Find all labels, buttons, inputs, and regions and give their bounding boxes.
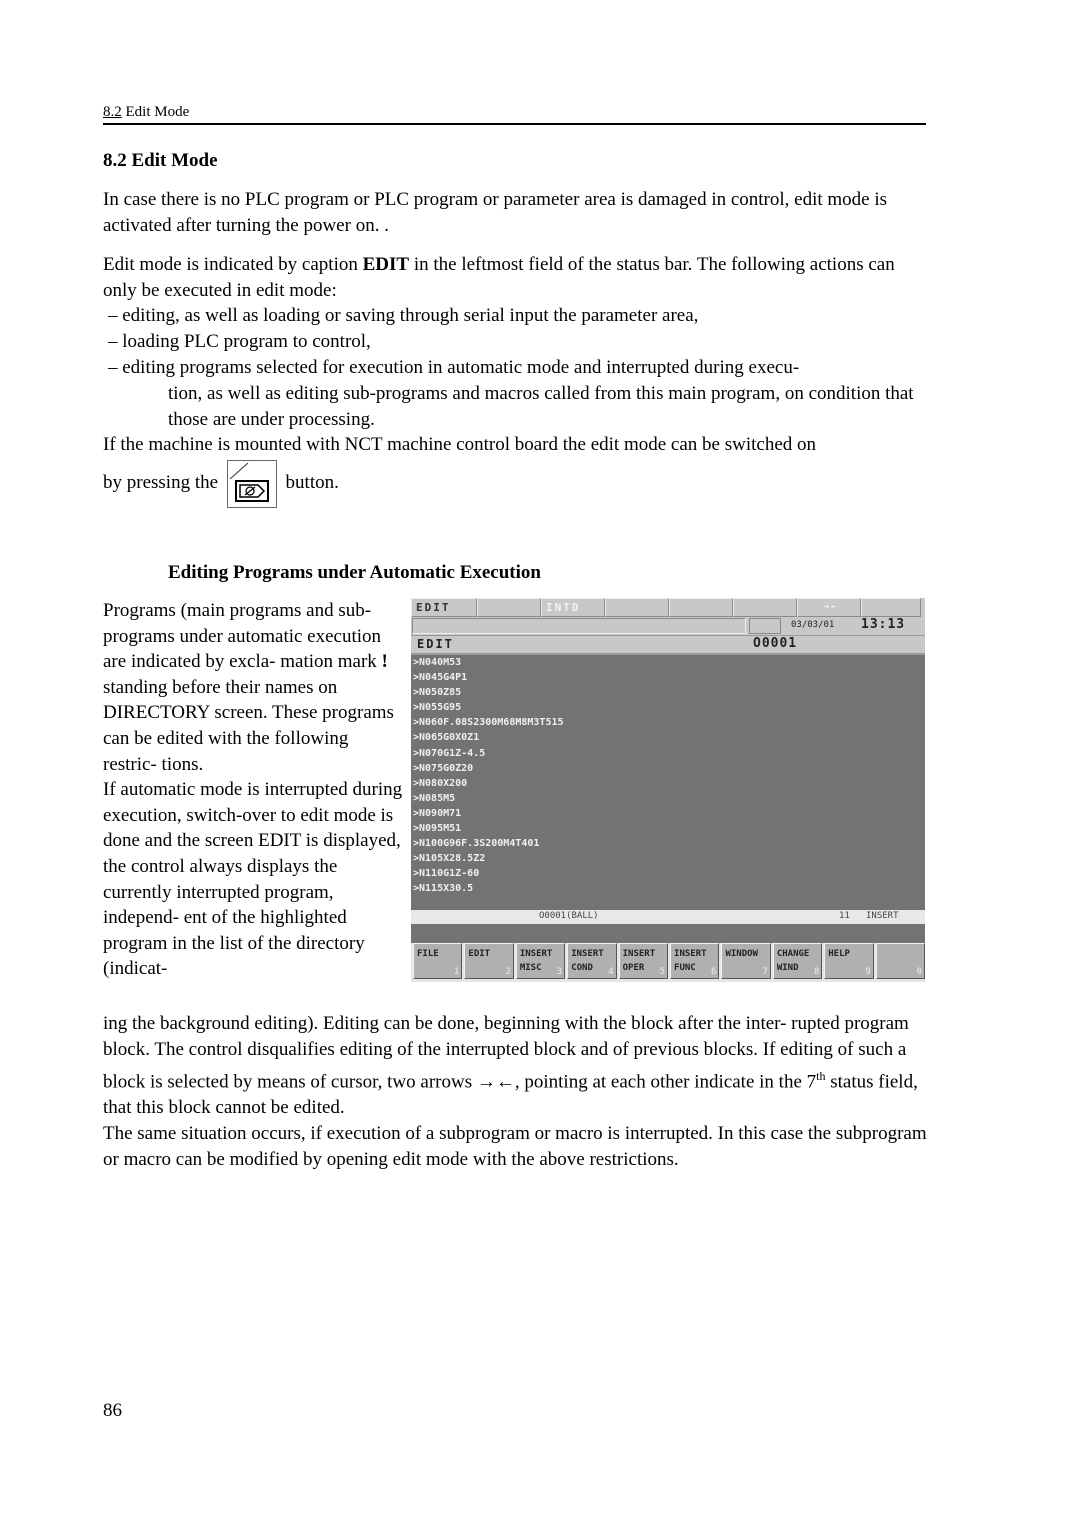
- program-line[interactable]: >N055G95: [413, 700, 923, 715]
- list-item-text: – editing programs selected for executio…: [108, 357, 800, 378]
- softkey-file[interactable]: FILE 1: [413, 943, 463, 979]
- softkey-bar: FILE 1 EDIT 2 INSERT MISC 3 INSERT COND 4 IN…: [411, 943, 925, 982]
- insert-mode: INSERT: [866, 911, 899, 921]
- text: ing the background editing). Editing can…: [103, 1013, 909, 1093]
- text: by pressing the: [103, 472, 219, 493]
- program-line[interactable]: >N060F.08S2300M68M8M3T515: [413, 715, 923, 730]
- text: Programs (main programs and sub-programs…: [103, 600, 382, 673]
- status-field: [477, 598, 541, 617]
- softkey-number: 2: [505, 967, 511, 977]
- status-field-intd: INTD: [541, 598, 605, 617]
- softkey-insert-func[interactable]: INSERT FUNC 6: [670, 943, 720, 979]
- softkey-number: 3: [556, 967, 563, 977]
- screen-title: EDIT: [417, 637, 454, 651]
- program-line[interactable]: >N075G0Z20: [413, 761, 923, 776]
- program-line[interactable]: >N070G1Z-4.5: [413, 746, 923, 761]
- status-field-mode: EDIT: [411, 598, 477, 617]
- section-heading: 8.2 Edit Mode: [103, 150, 218, 171]
- softkey-number: 0: [916, 967, 923, 977]
- softkey-edit[interactable]: EDIT 2: [464, 943, 514, 979]
- softkey-help[interactable]: HELP 9: [824, 943, 874, 979]
- softkey-number: 9: [865, 967, 871, 977]
- status-field: [733, 598, 797, 617]
- program-line[interactable]: >N100G96F.3S200M4T401: [413, 836, 923, 851]
- program-line[interactable]: >N115X30.5: [413, 881, 923, 896]
- status-bar: EDIT INTD →←: [411, 598, 925, 617]
- subheading: Editing Programs under Automatic Executi…: [168, 562, 541, 583]
- softkey-label: HELP: [828, 949, 850, 959]
- softkey-number: 5: [659, 967, 666, 977]
- softkey-number: 1: [453, 967, 460, 977]
- softkey-label: CHANGE WIND: [776, 949, 810, 973]
- side-text: Programs (main programs and sub-programs…: [103, 598, 403, 982]
- softkey-number: 8: [813, 967, 820, 977]
- softkey-label: FILE: [417, 949, 439, 959]
- status-field: [605, 598, 669, 617]
- paragraph-button: by pressing the button.: [103, 458, 933, 508]
- program-line[interactable]: >N045G4P1: [413, 670, 923, 685]
- program-line[interactable]: >N085M5: [413, 791, 923, 806]
- program-line-cursor[interactable]: >N050Z85: [413, 685, 923, 700]
- program-line[interactable]: >N105X28.5Z2: [413, 851, 923, 866]
- softkey-label: INSERT COND: [571, 949, 604, 973]
- paragraph-intro: In case there is no PLC program or PLC p…: [103, 189, 888, 236]
- text: standing before their names on DIRECTORY…: [103, 676, 394, 775]
- program-number: O0001: [753, 636, 798, 651]
- softkey-blank[interactable]: 0: [875, 943, 925, 979]
- running-header-title: Edit Mode: [125, 104, 190, 120]
- softkey-label: INSERT OPER: [622, 949, 656, 973]
- status-field: [669, 598, 733, 617]
- indicator-box: [749, 618, 781, 634]
- softkey-change-wind[interactable]: CHANGE WIND 8: [772, 943, 823, 979]
- program-line[interactable]: >N065G0X0Z1: [413, 730, 923, 745]
- paragraph-nct: If the machine is mounted with NCT machi…: [103, 434, 817, 455]
- softkey-number: 6: [711, 967, 717, 977]
- list-item: – editing, as well as loading or saving …: [108, 305, 699, 326]
- edit-mode-key-icon: [226, 459, 277, 508]
- program-line[interactable]: >N090M71: [413, 806, 923, 821]
- softkey-insert-cond[interactable]: INSERT COND 4: [567, 943, 617, 979]
- softkey-label: INSERT FUNC: [674, 949, 707, 973]
- message-box: [412, 618, 746, 634]
- text: button.: [285, 472, 339, 493]
- softkey-number: 7: [762, 967, 768, 977]
- program-listing[interactable]: >N040M53 >N045G4P1 >N050Z85 >N055G95 >N0…: [413, 655, 923, 897]
- running-header-number: 8.2: [103, 104, 122, 120]
- paragraph-restrictions: ing the background editing). Editing can…: [103, 1011, 933, 1173]
- exclamation-mark: !: [381, 651, 388, 673]
- time: 13:13: [861, 617, 906, 632]
- program-line[interactable]: >N095M51: [413, 821, 923, 836]
- softkey-label: INSERT MISC: [519, 949, 553, 973]
- status-field: [861, 598, 921, 617]
- softkey-window[interactable]: WINDOW 7: [721, 943, 771, 979]
- page-number: 86: [103, 1400, 122, 1421]
- softkey-label: WINDOW: [725, 949, 758, 959]
- program-line[interactable]: >N110G1Z-60: [413, 866, 923, 881]
- softkey-number: 4: [608, 967, 614, 977]
- list-item: – loading PLC program to control,: [108, 331, 371, 352]
- edit-caption-bold: EDIT: [362, 254, 410, 275]
- list-item: – editing programs selected for executio…: [108, 355, 928, 433]
- text: The same situation occurs, if execution …: [103, 1123, 927, 1171]
- line-count: 11: [839, 911, 850, 921]
- softkey-insert-oper[interactable]: INSERT OPER 5: [618, 943, 669, 979]
- softkey-label: EDIT: [468, 949, 491, 959]
- list-item-continuation: tion, as well as editing sub-programs an…: [168, 383, 914, 430]
- status-field-arrows: →←: [797, 598, 861, 617]
- date: 03/03/01: [791, 620, 835, 630]
- screen-title-row: EDIT O0001: [411, 635, 925, 655]
- program-line[interactable]: >N080X200: [413, 776, 923, 791]
- info-bar: O0001(BALL) 11 INSERT: [411, 910, 925, 924]
- text: If automatic mode is interrupted during …: [103, 779, 403, 980]
- cnc-edit-screen: EDIT INTD →← 03/03/01 13:13 EDIT O0001 >…: [411, 598, 925, 982]
- running-header: 8.2 Edit Mode: [103, 104, 926, 125]
- text: Edit mode is indicated by caption: [103, 254, 363, 275]
- paragraph-edit-caption: Edit mode is indicated by caption EDIT i…: [103, 252, 933, 304]
- message-row: 03/03/01 13:13: [411, 617, 925, 635]
- program-line[interactable]: >N040M53: [413, 655, 923, 670]
- softkey-insert-misc[interactable]: INSERT MISC 3: [515, 943, 566, 979]
- program-name: O0001(BALL): [539, 911, 599, 921]
